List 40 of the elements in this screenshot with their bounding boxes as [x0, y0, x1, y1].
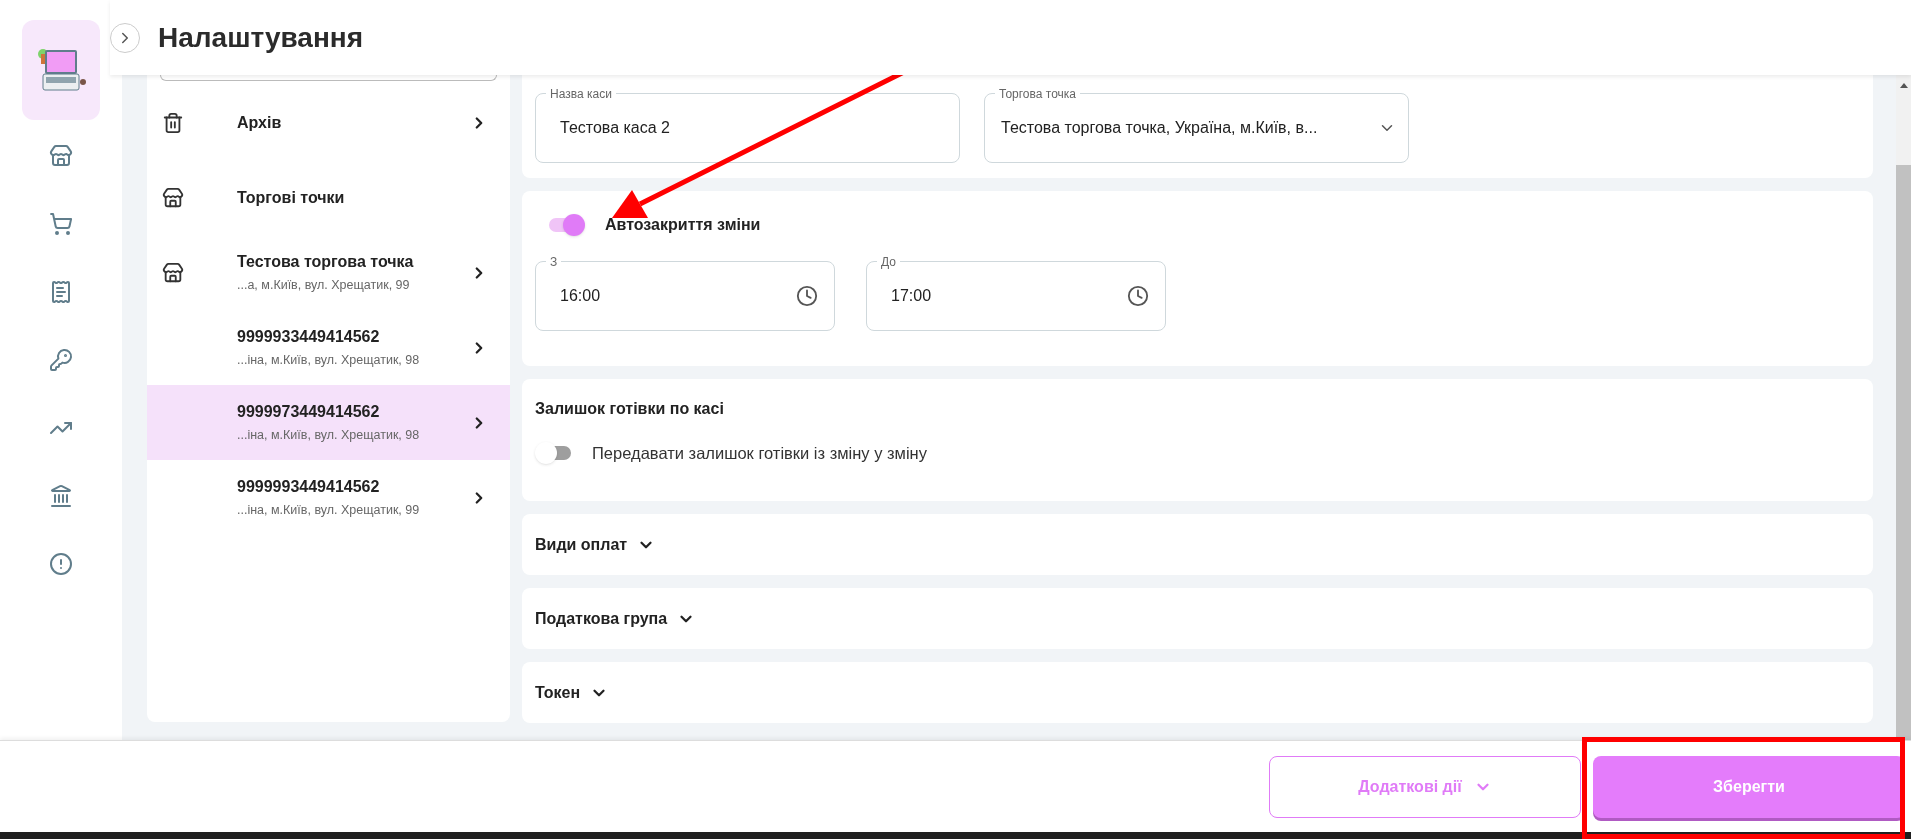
item-title: Тестова торгова точка	[237, 252, 415, 273]
scroll-up-icon[interactable]	[1899, 83, 1908, 88]
scrollbar[interactable]	[1896, 75, 1911, 740]
expand-button[interactable]	[110, 22, 140, 53]
clock-icon	[796, 285, 818, 307]
page-title: Налаштування	[158, 20, 364, 55]
field-value: Тестова каса 2	[560, 118, 670, 138]
item-address: ...а, м.Київ, вул. Хрещатик, 99	[237, 277, 411, 295]
list-item[interactable]: 9999973449414562 ...іна, м.Київ, вул. Хрещатик, 98	[147, 385, 510, 460]
bank-icon[interactable]	[49, 484, 73, 508]
field-value: 16:00	[560, 286, 601, 306]
store-icon	[162, 261, 184, 284]
item-title: 9999973449414562	[237, 402, 381, 423]
section-title: Залишок готівки по касі	[535, 399, 725, 419]
item-title: Торгові точки	[237, 187, 346, 208]
store-icon	[162, 186, 184, 209]
toggle-label: Автозакриття зміни	[605, 215, 761, 235]
item-address: ...іна, м.Київ, вул. Хрещатик, 98	[237, 427, 421, 445]
accordion-header[interactable]: Податкова група	[522, 588, 1873, 649]
cart-icon[interactable]	[49, 212, 73, 236]
field-value: 17:00	[891, 286, 932, 306]
field-value: Тестова торгова точка, Україна, м.Київ, в...	[1001, 118, 1318, 138]
key-icon[interactable]	[49, 348, 73, 372]
logo-tile[interactable]	[22, 20, 100, 120]
item-title: 9999993449414562	[237, 477, 381, 498]
section-title: Податкова група	[535, 608, 668, 629]
trash-icon	[162, 111, 184, 134]
store-icon[interactable]	[49, 144, 73, 168]
receipt-icon[interactable]	[49, 280, 73, 304]
item-address: ...іна, м.Київ, вул. Хрещатик, 98	[237, 352, 421, 370]
section-title: Токен	[535, 682, 581, 703]
item-address: ...іна, м.Київ, вул. Хрещатик, 99	[237, 502, 421, 520]
accordion-header[interactable]: Токен	[522, 662, 1873, 723]
item-title: Архів	[237, 112, 283, 133]
section-title: Види оплат	[535, 534, 628, 555]
toggle-label: Передавати залишок готівки із зміну у зміну	[592, 443, 927, 464]
alert-icon[interactable]	[49, 552, 73, 576]
accordion-header[interactable]: Види оплат	[522, 514, 1873, 575]
item-title: 9999933449414562	[237, 327, 381, 348]
clock-icon	[1127, 285, 1149, 307]
